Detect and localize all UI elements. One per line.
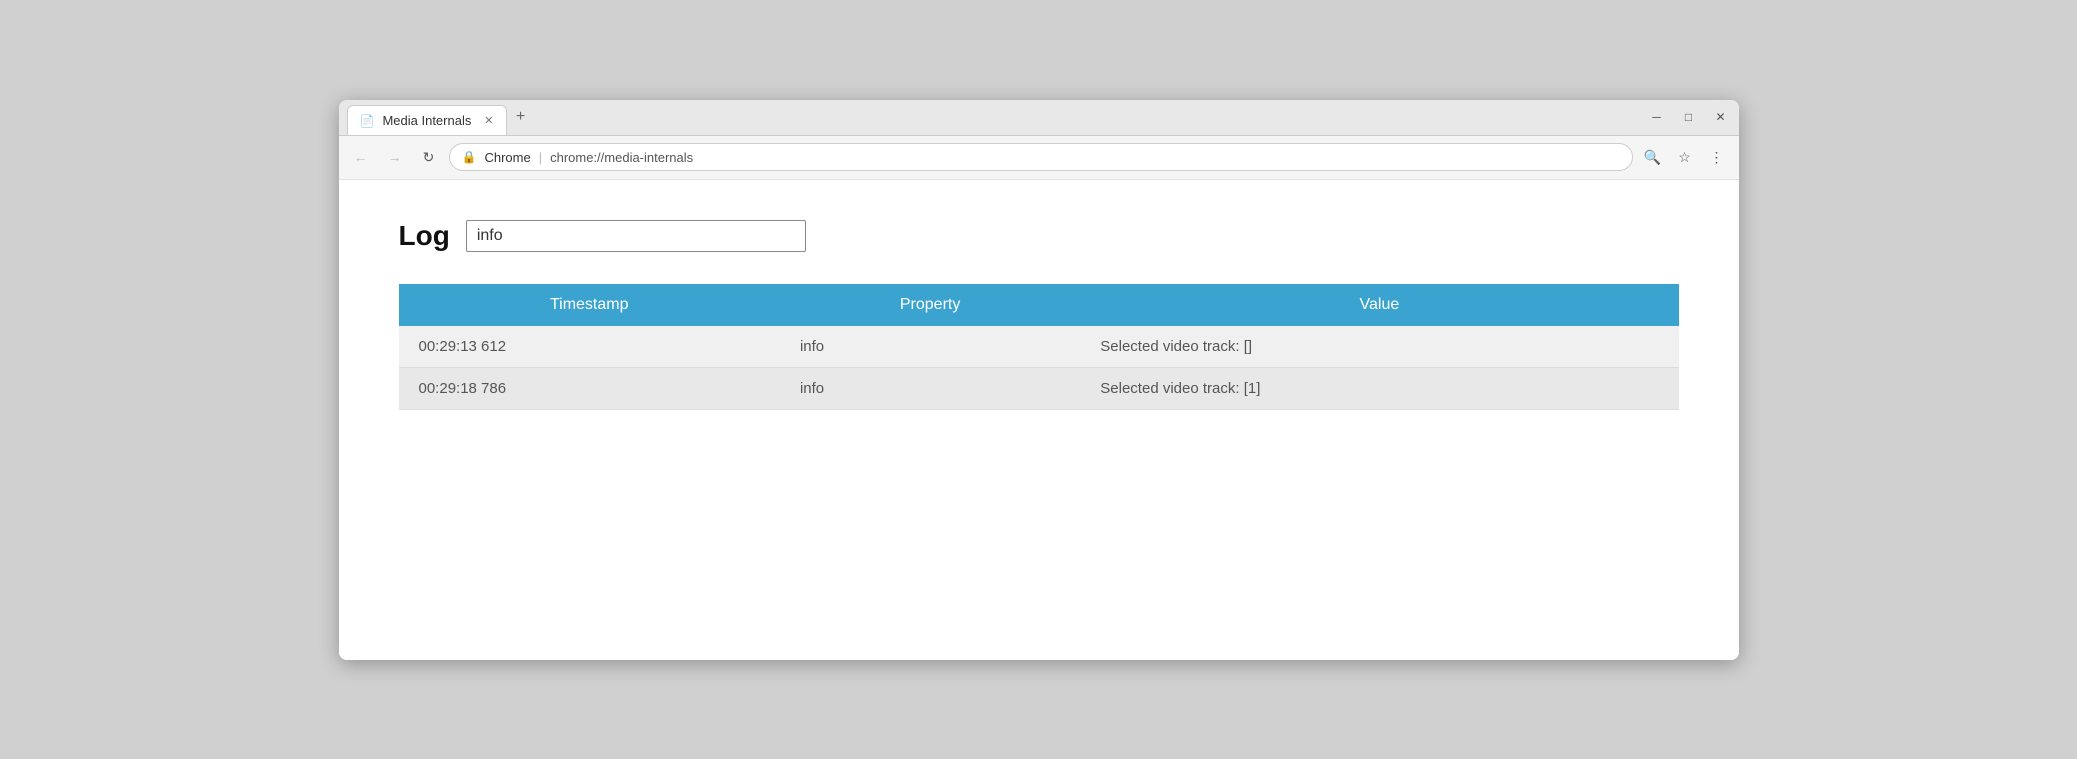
table-header-row: Timestamp Property Value <box>399 284 1679 326</box>
table-row: 00:29:13 612infoSelected video track: [] <box>399 326 1679 368</box>
address-bar: ← → ↻ 🔒 Chrome | chrome://media-internal… <box>339 136 1739 180</box>
table-row: 00:29:18 786infoSelected video track: [1… <box>399 367 1679 409</box>
cell-property: info <box>780 326 1080 368</box>
forward-icon: → <box>388 149 402 165</box>
col-header-timestamp: Timestamp <box>399 284 780 326</box>
url-bar[interactable]: 🔒 Chrome | chrome://media-internals <box>449 143 1633 171</box>
window-controls: ─ □ ✕ <box>1647 110 1731 124</box>
tab-page-icon: 📄 <box>360 114 375 128</box>
close-button[interactable]: ✕ <box>1711 110 1731 124</box>
search-icon: 🔍 <box>1644 149 1661 166</box>
browser-tab[interactable]: 📄 Media Internals ✕ <box>347 105 507 135</box>
title-bar: 📄 Media Internals ✕ + ─ □ ✕ <box>339 100 1739 136</box>
star-icon: ☆ <box>1678 149 1691 166</box>
bookmark-button[interactable]: ☆ <box>1671 143 1699 171</box>
cell-value: Selected video track: [1] <box>1080 367 1678 409</box>
col-header-value: Value <box>1080 284 1678 326</box>
menu-icon: ⋮ <box>1710 149 1724 166</box>
address-actions: 🔍 ☆ ⋮ <box>1639 143 1731 171</box>
back-button[interactable]: ← <box>347 143 375 171</box>
log-section: Log <box>399 220 1679 252</box>
menu-button[interactable]: ⋮ <box>1703 143 1731 171</box>
cell-property: info <box>780 367 1080 409</box>
cell-timestamp: 00:29:13 612 <box>399 326 780 368</box>
url-separator: | <box>539 150 542 165</box>
cell-timestamp: 00:29:18 786 <box>399 367 780 409</box>
new-tab-button[interactable]: + <box>507 103 535 131</box>
log-input[interactable] <box>466 220 806 252</box>
cell-value: Selected video track: [] <box>1080 326 1678 368</box>
reload-button[interactable]: ↻ <box>415 143 443 171</box>
search-button[interactable]: 🔍 <box>1639 143 1667 171</box>
tab-label: Media Internals <box>382 113 471 128</box>
browser-window: 📄 Media Internals ✕ + ─ □ ✕ ← → ↻ 🔒 Chro… <box>339 100 1739 660</box>
back-icon: ← <box>354 149 368 165</box>
maximize-button[interactable]: □ <box>1679 110 1699 124</box>
reload-icon: ↻ <box>423 149 435 166</box>
url-path: chrome://media-internals <box>550 150 693 165</box>
log-label: Log <box>399 220 450 252</box>
page-content: Log Timestamp Property Value 00:29:13 61… <box>339 180 1739 660</box>
lock-icon: 🔒 <box>462 150 477 164</box>
log-table: Timestamp Property Value 00:29:13 612inf… <box>399 284 1679 410</box>
minimize-button[interactable]: ─ <box>1647 110 1667 124</box>
col-header-property: Property <box>780 284 1080 326</box>
forward-button[interactable]: → <box>381 143 409 171</box>
site-label: Chrome <box>484 150 530 165</box>
tab-close-button[interactable]: ✕ <box>484 114 493 127</box>
